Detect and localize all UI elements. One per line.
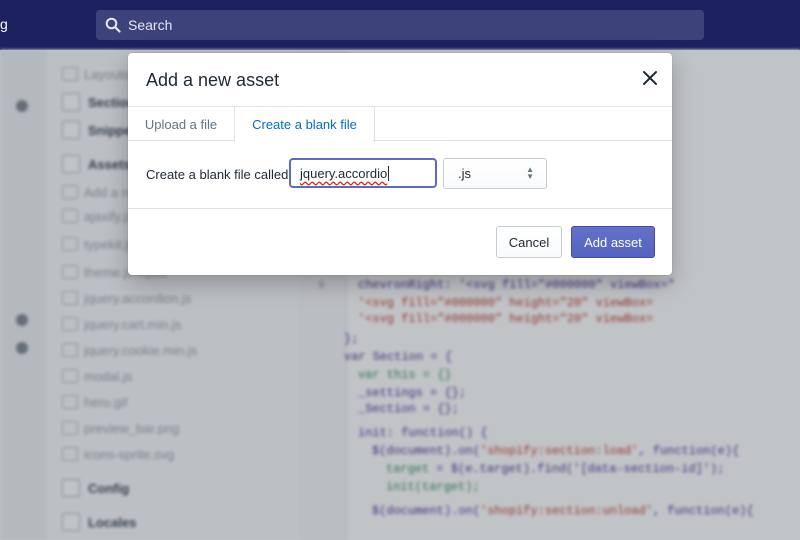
extension-value: .js bbox=[458, 166, 471, 181]
filename-label: Create a blank file called bbox=[146, 167, 289, 182]
divider bbox=[373, 140, 672, 141]
modal-title: Add a new asset bbox=[146, 70, 280, 90]
add-asset-modal: Add a new asset Upload a file Create a b… bbox=[128, 53, 672, 275]
top-bar: g Search bbox=[0, 0, 800, 50]
select-arrows-icon: ▲ ▼ bbox=[526, 165, 534, 181]
brand-text: g bbox=[0, 16, 8, 32]
add-asset-button[interactable]: Add asset bbox=[571, 226, 655, 258]
close-icon[interactable] bbox=[640, 68, 660, 88]
divider bbox=[128, 208, 672, 209]
extension-select[interactable]: .js ▲ ▼ bbox=[443, 158, 547, 189]
filename-input[interactable]: jquery.accordio bbox=[289, 158, 437, 188]
tab-create-blank-file[interactable]: Create a blank file bbox=[234, 107, 375, 142]
search-placeholder: Search bbox=[128, 17, 173, 33]
divider bbox=[128, 140, 234, 141]
filename-value: jquery.accordio bbox=[300, 165, 388, 181]
search-icon bbox=[105, 17, 121, 33]
cancel-button[interactable]: Cancel bbox=[496, 226, 562, 258]
asset-tabs: Upload a file Create a blank file bbox=[128, 107, 672, 142]
search-bar[interactable]: Search bbox=[96, 10, 704, 40]
tab-upload-file[interactable]: Upload a file bbox=[128, 107, 234, 141]
text-cursor bbox=[388, 165, 390, 181]
